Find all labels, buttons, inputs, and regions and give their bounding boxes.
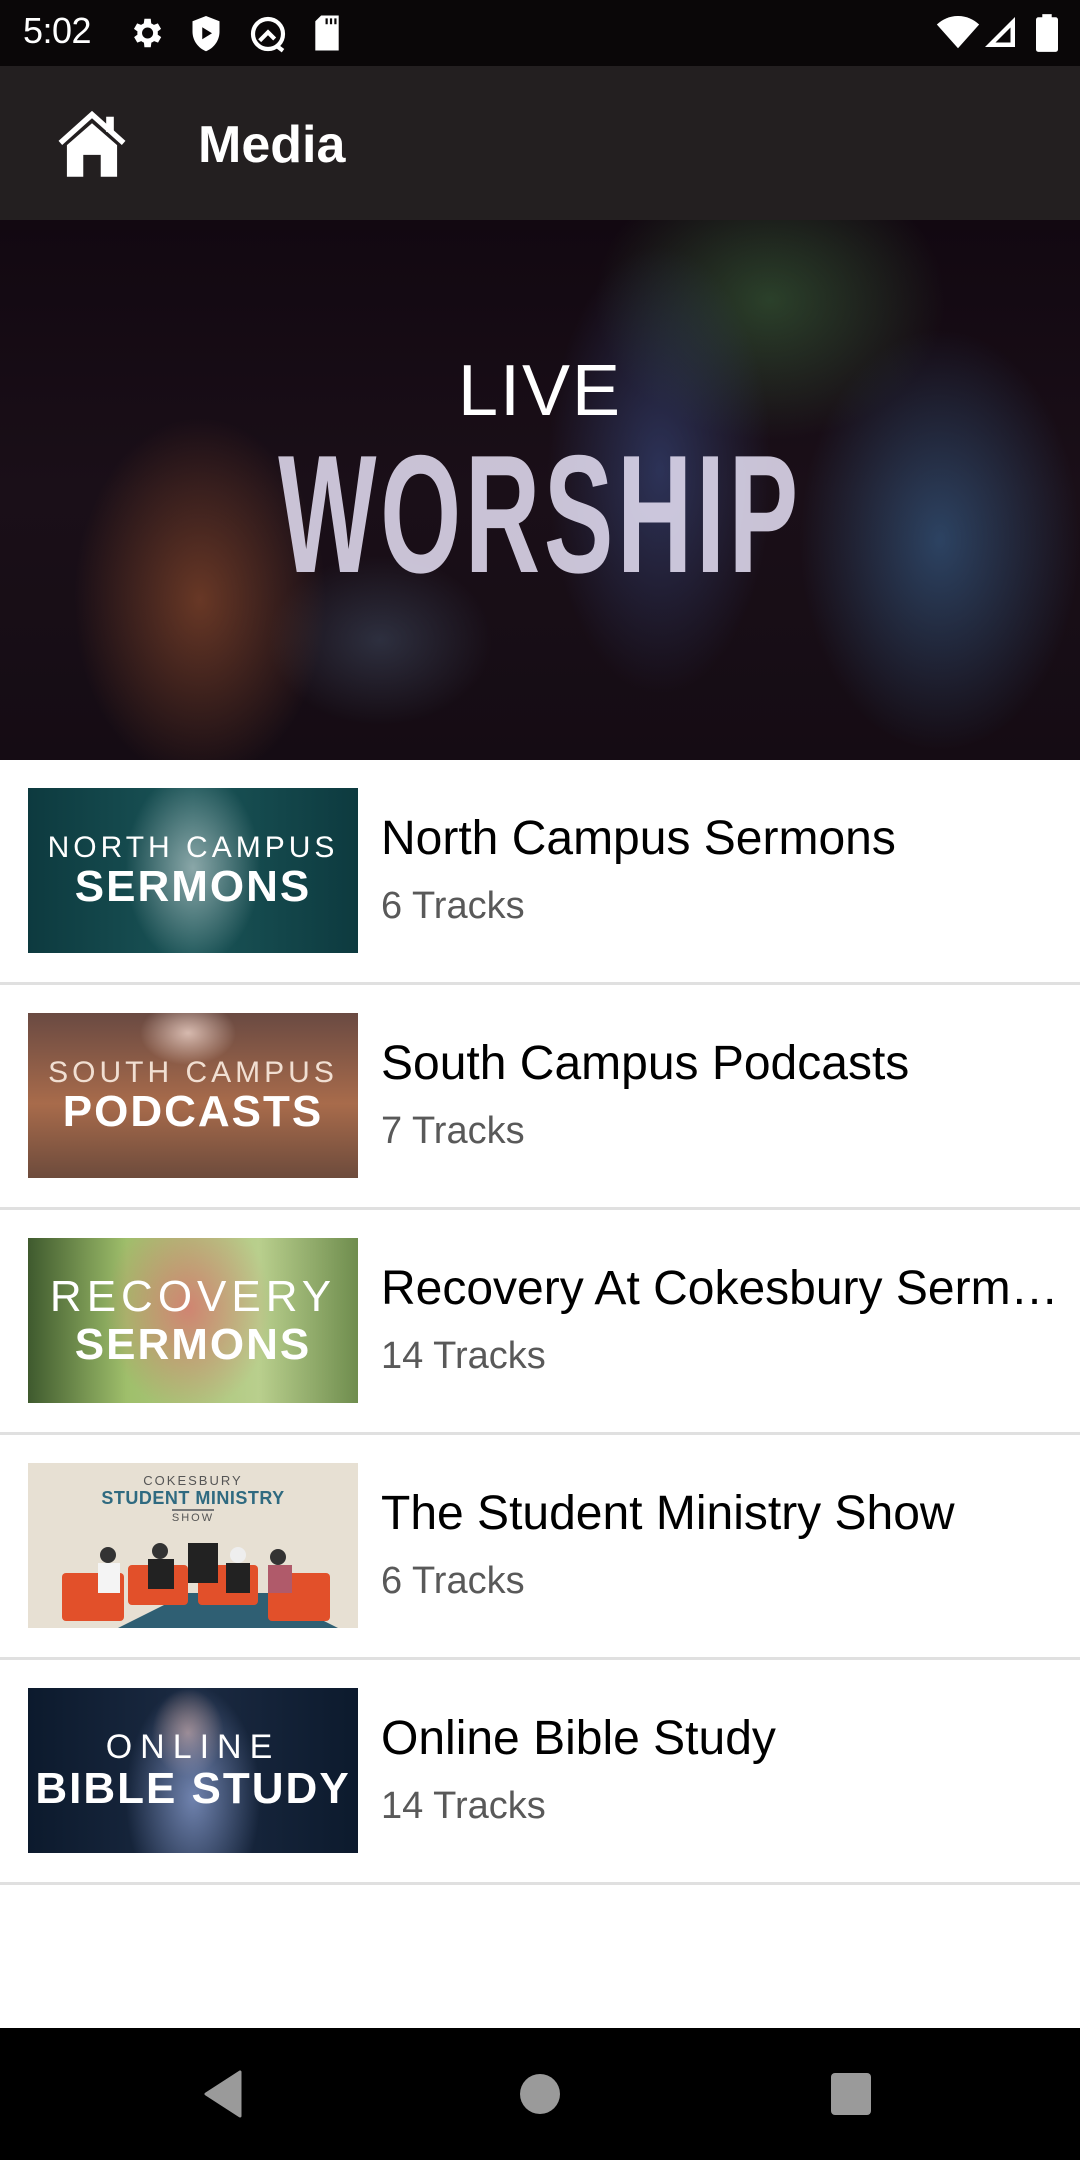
media-list: NORTH CAMPUS SERMONS North Campus Sermon… bbox=[0, 760, 1080, 1885]
status-bar: 5:02 bbox=[0, 0, 1080, 66]
thumb-caption-bold: SERMONS bbox=[74, 861, 312, 911]
item-title: South Campus Podcasts bbox=[381, 1037, 910, 1090]
thumb-caption-bold: BIBLE STUDY bbox=[35, 1764, 351, 1814]
thumbnail: NORTH CAMPUS SERMONS bbox=[28, 788, 358, 953]
status-time: 5:02 bbox=[23, 10, 92, 51]
thumb-caption-bold: SERMONS bbox=[74, 1319, 312, 1369]
item-track-count: 14 Tracks bbox=[381, 1784, 546, 1827]
thumbnail: SOUTH CAMPUS PODCASTS bbox=[28, 1013, 358, 1178]
item-title: Online Bible Study bbox=[381, 1712, 776, 1765]
system-nav-bar bbox=[0, 2028, 1080, 2160]
media-list-item[interactable]: ONLINE BIBLE STUDY Online Bible Study 14… bbox=[0, 1660, 1080, 1885]
thumb-caption: ONLINE bbox=[105, 1727, 281, 1766]
media-list-item[interactable]: NORTH CAMPUS SERMONS North Campus Sermon… bbox=[0, 760, 1080, 985]
thumb-caption-main: STUDENT MINISTRY bbox=[101, 1488, 285, 1508]
app-bar: Media bbox=[0, 66, 1080, 220]
wifi-icon bbox=[936, 16, 980, 49]
back-icon[interactable] bbox=[198, 2066, 254, 2122]
item-track-count: 7 Tracks bbox=[381, 1109, 525, 1152]
thumb-caption: SOUTH CAMPUS bbox=[48, 1055, 338, 1089]
item-title: Recovery At Cokesbury Serm… bbox=[381, 1262, 1059, 1315]
item-track-count: 14 Tracks bbox=[381, 1334, 546, 1377]
item-track-count: 6 Tracks bbox=[381, 884, 525, 927]
battery-icon bbox=[1036, 14, 1058, 52]
couches-illustration bbox=[62, 1543, 338, 1628]
gear-icon bbox=[133, 18, 162, 48]
thumbnail: ONLINE BIBLE STUDY bbox=[28, 1688, 358, 1853]
media-list-item[interactable]: COKESBURY STUDENT MINISTRY SHOW The Stud… bbox=[0, 1435, 1080, 1660]
circle-arrow-icon bbox=[250, 16, 286, 53]
home-circle-icon[interactable] bbox=[512, 2066, 568, 2122]
thumb-caption-bold: PODCASTS bbox=[62, 1086, 324, 1136]
media-list-item[interactable]: RECOVERY SERMONS Recovery At Cokesbury S… bbox=[0, 1210, 1080, 1435]
sd-card-icon bbox=[315, 15, 339, 51]
recents-icon[interactable] bbox=[823, 2066, 879, 2122]
item-track-count: 6 Tracks bbox=[381, 1559, 525, 1602]
hero-banner[interactable]: LIVE WORSHIP bbox=[0, 220, 1080, 760]
page-title: Media bbox=[198, 116, 346, 174]
shield-play-icon bbox=[192, 16, 220, 52]
thumb-caption: RECOVERY bbox=[49, 1272, 337, 1322]
thumbnail: COKESBURY STUDENT MINISTRY SHOW bbox=[28, 1463, 358, 1628]
thumb-caption-top: COKESBURY bbox=[143, 1473, 243, 1488]
media-list-item[interactable]: SOUTH CAMPUS PODCASTS South Campus Podca… bbox=[0, 985, 1080, 1210]
hero-line-worship: WORSHIP bbox=[278, 420, 802, 608]
thumbnail: RECOVERY SERMONS bbox=[28, 1238, 358, 1403]
signal-icon bbox=[985, 17, 1015, 47]
item-title: North Campus Sermons bbox=[381, 812, 896, 865]
thumb-caption-show: SHOW bbox=[171, 1509, 215, 1524]
item-title: The Student Ministry Show bbox=[381, 1487, 955, 1540]
thumb-caption: NORTH CAMPUS bbox=[47, 830, 339, 864]
home-icon[interactable] bbox=[56, 108, 128, 180]
